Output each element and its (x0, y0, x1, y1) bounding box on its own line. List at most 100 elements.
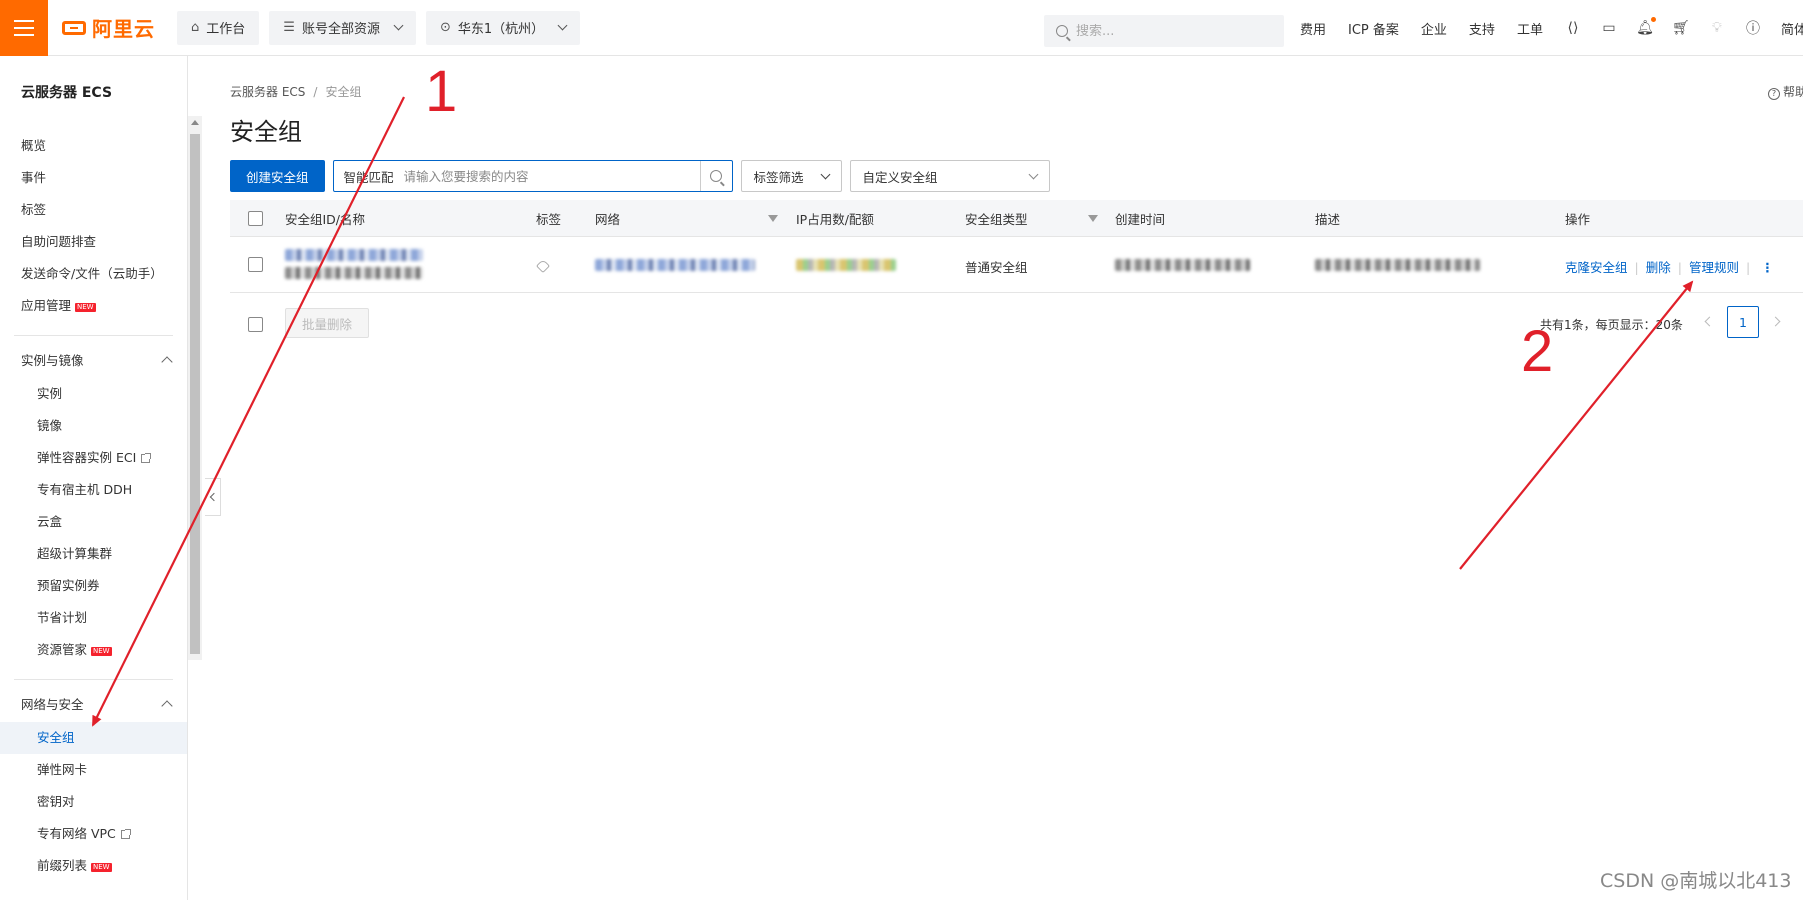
sidebar-item-key-pairs[interactable]: 密钥对 (0, 786, 187, 818)
smart-search-input[interactable] (403, 161, 700, 191)
sidebar-item-troubleshoot[interactable]: 自助问题排查 (0, 226, 187, 258)
chevron-down-icon (557, 20, 568, 31)
row-actions: 克隆安全组 | 删除 | 管理规则 | ⋮ (1565, 257, 1774, 276)
support-link[interactable]: 支持 (1469, 19, 1495, 38)
cart-icon[interactable]: 🛒︎ (1672, 20, 1690, 36)
global-search[interactable] (1044, 15, 1284, 47)
table-row: 普通安全组 克隆安全组 | 删除 | 管理规则 | ⋮ (230, 237, 1803, 293)
prev-page-icon[interactable] (1704, 316, 1715, 327)
tag-filter-dropdown[interactable]: 标签筛选 (740, 160, 842, 192)
smart-match-dropdown[interactable]: 智能匹配 (334, 167, 404, 186)
external-link-icon (120, 829, 131, 839)
redacted-created-time (1115, 259, 1250, 271)
create-security-group-button[interactable]: 创建安全组 (230, 160, 325, 192)
sidebar-item-cloud-assistant[interactable]: 发送命令/文件（云助手） (0, 258, 187, 290)
sidebar-item-reserved-instances[interactable]: 预留实例券 (0, 570, 187, 602)
smart-search-box: 智能匹配 (332, 160, 733, 192)
ticket-link[interactable]: 工单 (1517, 19, 1543, 38)
top-navigation-bar: 阿里云 ⌂ 工作台 ☰ 账号全部资源 ⊙ 华东1（杭州） 费用 ICP 备案 企… (0, 0, 1803, 56)
global-search-input[interactable] (1076, 23, 1266, 39)
sidebar-item-instances[interactable]: 实例 (0, 378, 187, 410)
more-actions-icon[interactable]: ⋮ (1761, 260, 1774, 275)
type-filter-icon[interactable] (1088, 214, 1098, 222)
group-label: 网络与安全 (21, 697, 84, 712)
sidebar-item-resource-butler[interactable]: 资源管家 NEW (0, 634, 187, 666)
menu-icon[interactable] (0, 0, 48, 56)
icp-link[interactable]: ICP 备案 (1348, 19, 1399, 38)
chevron-down-icon (820, 169, 830, 179)
scrollbar-thumb[interactable] (190, 134, 200, 654)
action-separator: | (1634, 260, 1639, 275)
toolbar: 创建安全组 智能匹配 标签筛选 自定义安全组 (230, 160, 1058, 192)
sidebar-item-eci[interactable]: 弹性容器实例 ECI (0, 442, 187, 474)
network-value[interactable] (595, 259, 755, 274)
search-icon (710, 170, 723, 182)
sidebar-item-label: 应用管理 (21, 298, 72, 313)
help-icon[interactable]: ⓘ (1745, 20, 1761, 37)
page-number-button[interactable]: 1 (1727, 306, 1759, 338)
region-dropdown[interactable]: ⊙ 华东1（杭州） (425, 10, 581, 45)
new-badge: NEW (91, 863, 112, 872)
workbench-button[interactable]: ⌂ 工作台 (177, 10, 260, 45)
breadcrumb-ecs[interactable]: 云服务器 ECS (230, 85, 305, 99)
billing-link[interactable]: 费用 (1300, 19, 1326, 38)
enterprise-link[interactable]: 企业 (1421, 19, 1447, 38)
ip-quota-value (796, 259, 896, 274)
network-filter-icon[interactable] (768, 214, 778, 222)
clone-security-group-link[interactable]: 克隆安全组 (1565, 260, 1628, 275)
resource-scope-dropdown[interactable]: ☰ 账号全部资源 (269, 10, 416, 45)
sidebar-item-security-groups[interactable]: 安全组 (0, 722, 187, 754)
help-label: 帮助 (1783, 85, 1803, 99)
sidebar-item-app-management[interactable]: 应用管理 NEW (0, 290, 187, 322)
sidebar-item-cloud-box[interactable]: 云盒 (0, 506, 187, 538)
chevron-down-icon (393, 20, 404, 31)
sidebar-item-vpc[interactable]: 专有网络 VPC (0, 818, 187, 850)
sidebar-collapse-button[interactable] (205, 478, 221, 516)
security-group-table: 安全组ID/名称 标签 网络 IP占用数/配额 安全组类型 创建时间 描述 操作… (230, 200, 1803, 293)
breadcrumb-current: 安全组 (325, 85, 362, 99)
help-link[interactable]: ? 帮助 (1768, 83, 1803, 100)
sidebar-item-ddh[interactable]: 专有宿主机 DDH (0, 474, 187, 506)
aliyun-logo[interactable]: 阿里云 (62, 13, 155, 42)
sidebar-scrollbar[interactable] (188, 116, 202, 660)
language-switch[interactable]: 简体 (1781, 19, 1803, 38)
manage-rules-link[interactable]: 管理规则 (1689, 260, 1739, 275)
breadcrumb: 云服务器 ECS / 安全组 (230, 83, 361, 100)
custom-group-dropdown[interactable]: 自定义安全组 (849, 160, 1050, 192)
sidebar-item-supercomputing[interactable]: 超级计算集群 (0, 538, 187, 570)
bell-icon[interactable]: 🔔︎ (1636, 17, 1656, 36)
resource-scope-label: 账号全部资源 (301, 22, 380, 37)
col-header-type: 安全组类型 (965, 211, 1028, 227)
pagination-summary: 共有1条，每页显示：20条 (1540, 318, 1683, 332)
breadcrumb-separator: / (313, 85, 318, 99)
sidebar-item-prefix-lists[interactable]: 前缀列表 NEW (0, 850, 187, 882)
table-footer: 批量删除 共有1条，每页显示：20条 1 (230, 305, 1803, 345)
sidebar-item-label: 资源管家 (37, 642, 88, 657)
sidebar-group-instances-images[interactable]: 实例与镜像 (0, 344, 187, 378)
search-button[interactable] (699, 161, 732, 191)
tag-edit-icon[interactable] (535, 258, 551, 274)
scroll-up-arrow-icon[interactable] (191, 120, 199, 125)
sidebar-item-tags[interactable]: 标签 (0, 194, 187, 226)
sidebar-item-savings-plan[interactable]: 节省计划 (0, 602, 187, 634)
sidebar-group-network-security[interactable]: 网络与安全 (0, 688, 187, 722)
batch-delete-button[interactable]: 批量删除 (285, 308, 370, 338)
sidebar-item-overview[interactable]: 概览 (0, 130, 187, 162)
annotation-number-1: 1 (425, 59, 458, 124)
footer-select-all-checkbox[interactable] (248, 317, 263, 332)
next-page-icon[interactable] (1770, 316, 1781, 327)
terminal-icon[interactable]: ▭ (1601, 20, 1617, 36)
divider (14, 679, 173, 680)
action-separator: | (1677, 260, 1682, 275)
col-header-ip-quota: IP占用数/配额 (796, 211, 874, 227)
security-group-id-link[interactable] (285, 249, 423, 264)
select-all-checkbox[interactable] (248, 210, 263, 226)
bulb-icon[interactable]: 💡︎ (1709, 20, 1725, 36)
row-checkbox[interactable] (248, 257, 263, 272)
sidebar-item-events[interactable]: 事件 (0, 162, 187, 194)
tag-filter-label: 标签筛选 (753, 169, 804, 185)
sidebar-item-images[interactable]: 镜像 (0, 410, 187, 442)
sidebar-item-eni[interactable]: 弹性网卡 (0, 754, 187, 786)
delete-link[interactable]: 删除 (1646, 260, 1671, 275)
code-icon[interactable]: ⟨⟩ (1565, 20, 1581, 36)
